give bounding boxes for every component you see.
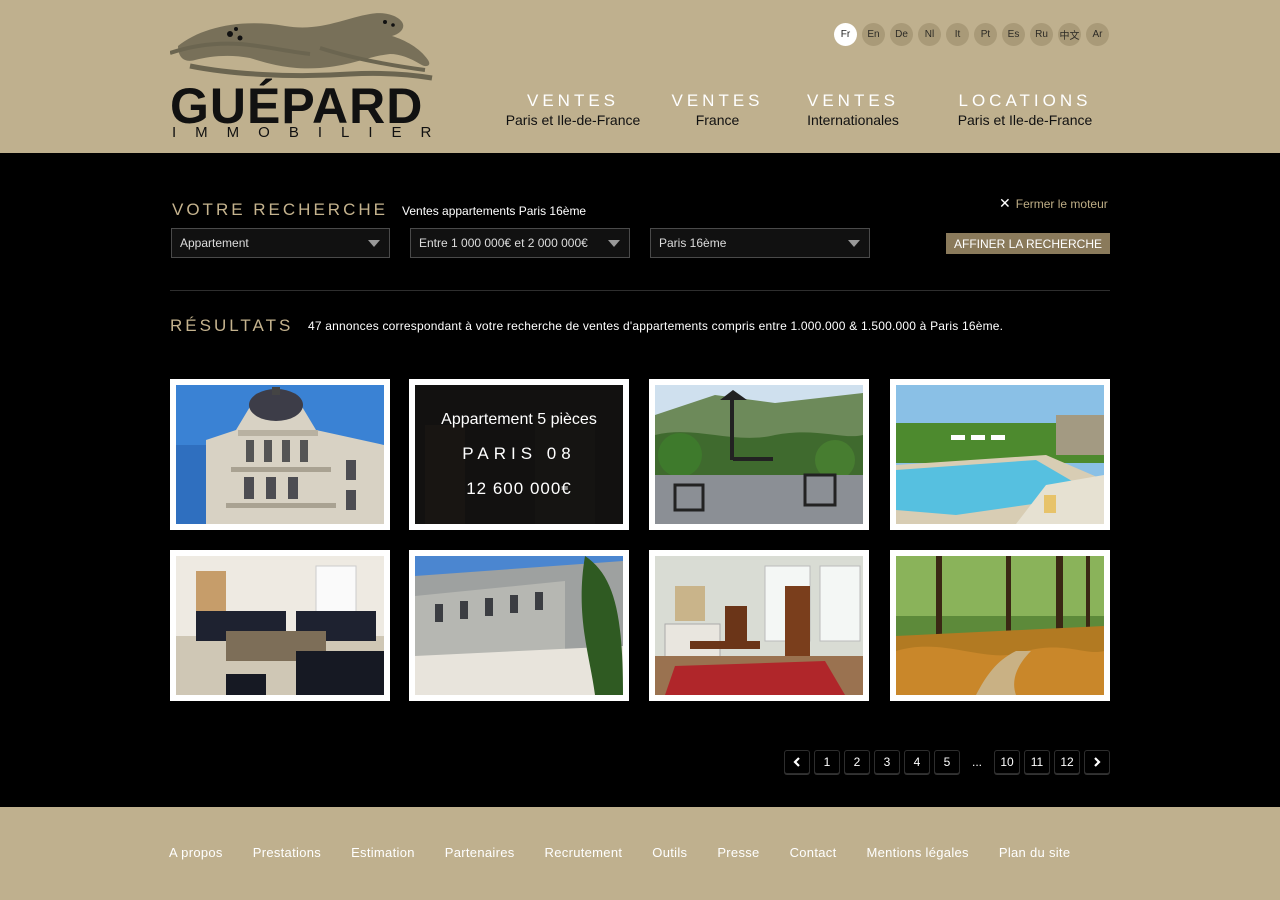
featured-listing-city: PARIS 08 [462,444,576,463]
chevron-down-icon [608,240,620,247]
footer-link-partenaires[interactable]: Partenaires [445,845,515,860]
property-type-select[interactable]: Appartement [171,228,390,258]
nav-label-bottom: Paris et Ile-de-France [505,112,641,128]
chevron-right-icon[interactable] [1084,750,1110,774]
footer-link-prestations[interactable]: Prestations [253,845,321,860]
listing-photo-forest-path [896,556,1104,695]
lang-en[interactable]: En [862,23,885,46]
footer-link-plan-du-site[interactable]: Plan du site [999,845,1071,860]
search-title: VOTRE RECHERCHE [172,200,388,219]
page-button-10[interactable]: 10 [994,750,1020,774]
footer-nav: A propos Prestations Estimation Partenai… [169,845,1070,860]
listing-photo-haussmann-building [176,385,384,524]
footer-link-recrutement[interactable]: Recrutement [545,845,623,860]
results-title: RÉSULTATS [170,316,294,335]
close-search-label: Fermer le moteur [1015,196,1108,211]
lang-it[interactable]: It [946,23,969,46]
cheetah-logo-icon [170,13,433,81]
lang-zh[interactable]: 中文 [1058,23,1081,46]
featured-listing-type: Appartement 5 pièces [441,411,597,428]
lang-ar[interactable]: Ar [1086,23,1109,46]
close-icon: ✕ [999,195,1011,211]
lang-pt[interactable]: Pt [974,23,997,46]
nav-label-top: VENTES [526,91,620,110]
lang-es[interactable]: Es [1002,23,1025,46]
footer-link-a-propos[interactable]: A propos [169,845,223,860]
nav-label-bottom: Internationales [807,112,899,128]
nav-locations-paris[interactable]: LOCATIONS Paris et Ile-de-France [945,91,1105,128]
pagination: 1 2 3 4 5 ... 10 11 12 [784,750,1110,774]
footer-link-estimation[interactable]: Estimation [351,845,415,860]
lang-fr[interactable]: Fr [834,23,857,46]
nav-ventes-france[interactable]: VENTES France [670,91,765,128]
search-description: Ventes appartements Paris 16ème [402,204,587,218]
page-button-5[interactable]: 5 [934,750,960,774]
footer-link-presse[interactable]: Presse [717,845,759,860]
page-button-11[interactable]: 11 [1024,750,1050,774]
chevron-down-icon [368,240,380,247]
footer-link-outils[interactable]: Outils [652,845,687,860]
page-ellipsis: ... [964,750,990,774]
brand-subtitle: IMMOBILIER [172,124,451,141]
close-search-button[interactable]: ✕ Fermer le moteur [999,195,1108,212]
page-button-2[interactable]: 2 [844,750,870,774]
featured-listing-overlay: Appartement 5 pièces PARIS 08 12 600 000… [415,385,623,524]
nav-label-top: LOCATIONS [958,91,1092,110]
listing-photo-terrace-valley [655,385,863,524]
price-range-value: Entre 1 000 000€ et 2 000 000€ [419,236,588,250]
results-description: 47 annonces correspondant à votre recher… [308,319,1004,333]
page-button-12[interactable]: 12 [1054,750,1080,774]
lang-nl[interactable]: Nl [918,23,941,46]
refine-search-button[interactable]: AFFINER LA RECHERCHE [946,233,1110,254]
location-value: Paris 16ème [659,236,727,250]
nav-label-top: VENTES [671,91,764,110]
property-type-value: Appartement [180,236,249,250]
page-button-3[interactable]: 3 [874,750,900,774]
listing-card-1[interactable] [170,379,390,530]
language-selector: Fr En De Nl It Pt Es Ru 中文 Ar [834,23,1109,46]
featured-listing-price: 12 600 000€ [466,479,572,498]
listing-card-8[interactable] [890,550,1110,701]
listing-card-5[interactable] [170,550,390,701]
listing-card-6[interactable] [409,550,629,701]
footer-link-contact[interactable]: Contact [790,845,837,860]
nav-ventes-internationales[interactable]: VENTES Internationales [797,91,909,128]
nav-label-bottom: Paris et Ile-de-France [957,112,1093,128]
chevron-left-icon[interactable] [784,750,810,774]
lang-de[interactable]: De [890,23,913,46]
nav-ventes-paris[interactable]: VENTES Paris et Ile-de-France [497,91,649,128]
location-select[interactable]: Paris 16ème [650,228,870,258]
listing-photo-stone-courtyard [415,556,623,695]
nav-label-bottom: France [695,112,740,128]
listing-card-7[interactable] [649,550,869,701]
nav-label-top: VENTES [806,91,900,110]
brand-logo[interactable]: GUÉPARD IMMOBILIER [170,8,465,143]
listing-card-3[interactable] [649,379,869,530]
listing-photo-antique-salon [655,556,863,695]
page-button-1[interactable]: 1 [814,750,840,774]
listing-card-4[interactable] [890,379,1110,530]
price-range-select[interactable]: Entre 1 000 000€ et 2 000 000€ [410,228,630,258]
site-footer: A propos Prestations Estimation Partenai… [0,807,1280,900]
listing-photo-living-room [176,556,384,695]
listing-card-2[interactable]: Appartement 5 pièces PARIS 08 12 600 000… [409,379,629,530]
site-header: GUÉPARD IMMOBILIER Fr En De Nl It Pt Es … [0,0,1280,153]
lang-ru[interactable]: Ru [1030,23,1053,46]
listing-photo-pool-garden [896,385,1104,524]
divider [170,290,1110,291]
footer-link-mentions-legales[interactable]: Mentions légales [866,845,968,860]
listing-photo-featured: Appartement 5 pièces PARIS 08 12 600 000… [415,385,623,524]
page-button-4[interactable]: 4 [904,750,930,774]
chevron-down-icon [848,240,860,247]
